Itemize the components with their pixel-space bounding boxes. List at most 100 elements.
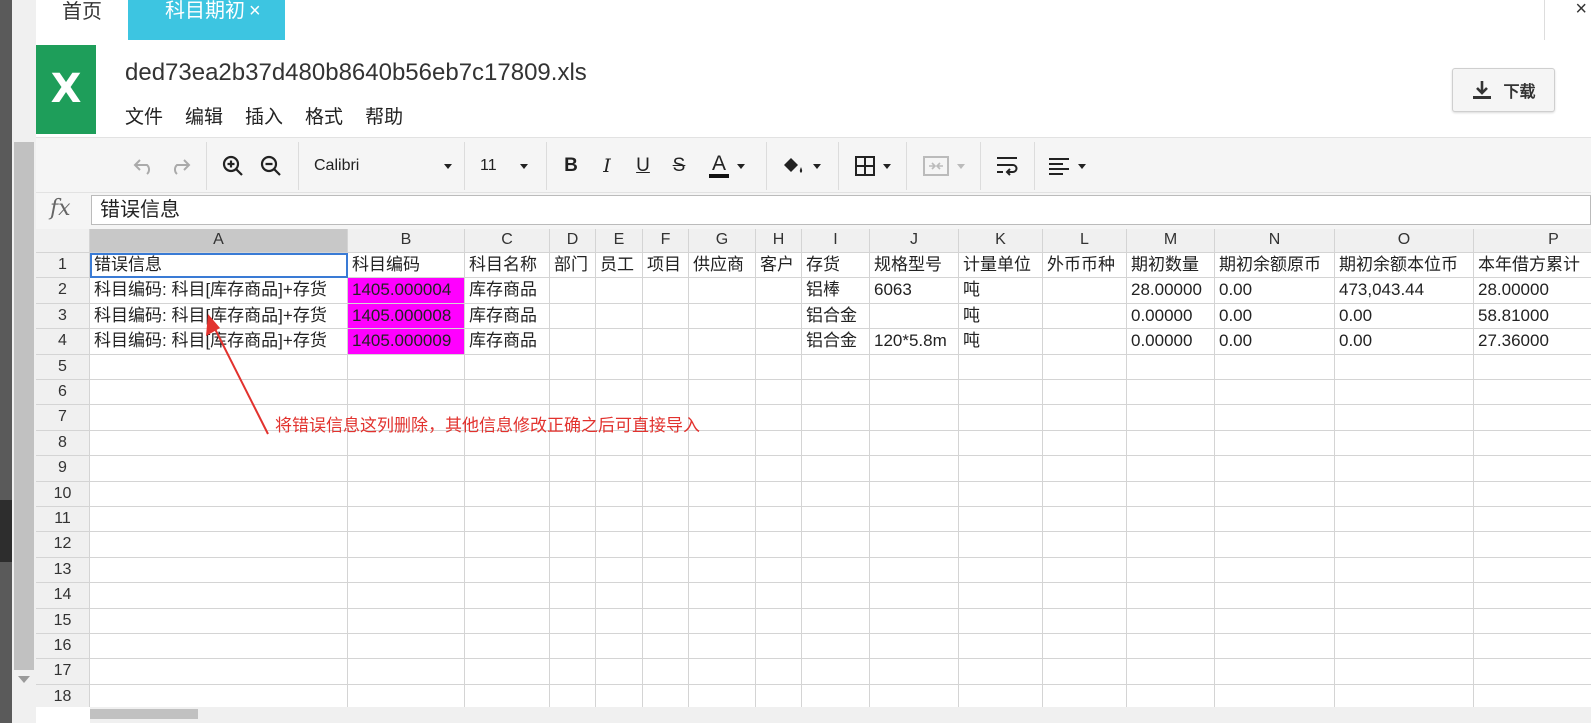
cell-C9[interactable]	[465, 456, 550, 482]
cell-A11[interactable]	[90, 507, 348, 533]
cell-K6[interactable]	[959, 380, 1043, 406]
cell-D9[interactable]	[550, 456, 596, 482]
cell-G15[interactable]	[689, 608, 756, 634]
cell-H5[interactable]	[756, 354, 802, 380]
cell-B13[interactable]	[348, 557, 465, 584]
cell-P16[interactable]	[1474, 634, 1591, 660]
cell-C12[interactable]	[465, 532, 550, 558]
cell-J16[interactable]	[870, 634, 959, 660]
cell-A5[interactable]	[90, 354, 348, 380]
cell-B14[interactable]	[348, 583, 465, 609]
formula-input[interactable]: 错误信息	[91, 195, 1591, 225]
cell-O5[interactable]	[1335, 354, 1474, 380]
cell-A4[interactable]: 科目编码: 科目[库存商品]+存货	[90, 329, 348, 355]
cell-A12[interactable]	[90, 532, 348, 558]
row-header-6[interactable]: 6	[36, 380, 90, 406]
cell-H16[interactable]	[756, 634, 802, 660]
cell-A6[interactable]	[90, 380, 348, 406]
cell-M6[interactable]	[1127, 380, 1215, 406]
cell-D14[interactable]	[550, 583, 596, 609]
cell-B9[interactable]	[348, 456, 465, 482]
cell-P15[interactable]	[1474, 609, 1591, 634]
row-header-4[interactable]: 4	[36, 329, 90, 355]
cell-J18[interactable]	[870, 684, 959, 707]
cell-B10[interactable]	[348, 481, 465, 507]
cell-N13[interactable]	[1215, 557, 1335, 584]
cell-E13[interactable]	[596, 557, 643, 584]
cell-F14[interactable]	[643, 583, 689, 609]
column-header-L[interactable]: L	[1043, 229, 1127, 253]
cell-M3[interactable]: 0.00000	[1127, 303, 1215, 330]
cell-J4[interactable]: 120*5.8m	[870, 329, 959, 355]
cell-F17[interactable]	[643, 659, 689, 685]
cell-J11[interactable]	[870, 507, 959, 533]
cell-B12[interactable]	[348, 532, 465, 558]
cell-K1[interactable]: 计量单位	[959, 253, 1043, 279]
cell-F12[interactable]	[643, 532, 689, 558]
cell-K14[interactable]	[959, 583, 1043, 609]
cell-O12[interactable]	[1335, 532, 1474, 558]
download-button[interactable]: 下载	[1452, 68, 1555, 112]
spreadsheet-grid[interactable]: A B C D E F G H I J K L M N O P 1 错误信息 科目编码 科目名称 部门 员工 项目 供应商 客户…	[36, 229, 1591, 707]
cell-D12[interactable]	[550, 532, 596, 558]
cell-B6[interactable]	[348, 380, 465, 406]
cell-O8[interactable]	[1335, 430, 1474, 457]
cell-G4[interactable]	[689, 329, 756, 355]
cell-L5[interactable]	[1043, 354, 1127, 380]
menu-help[interactable]: 帮助	[365, 102, 403, 129]
cell-B18[interactable]	[348, 684, 465, 707]
cell-C10[interactable]	[465, 481, 550, 507]
cell-A10[interactable]	[90, 481, 348, 507]
tab-subject-opening[interactable]: 科目期初 ×	[128, 0, 285, 40]
cell-K9[interactable]	[959, 456, 1043, 482]
cell-H18[interactable]	[756, 684, 802, 707]
cell-P5[interactable]	[1474, 355, 1591, 380]
cell-J13[interactable]	[870, 557, 959, 584]
cell-N18[interactable]	[1215, 684, 1335, 707]
cell-N7[interactable]	[1215, 405, 1335, 431]
window-close-icon[interactable]: ×	[1544, 0, 1591, 40]
cell-D6[interactable]	[550, 380, 596, 406]
cell-N15[interactable]	[1215, 608, 1335, 634]
row-header-8[interactable]: 8	[36, 430, 90, 457]
cell-J15[interactable]	[870, 608, 959, 634]
cell-E15[interactable]	[596, 608, 643, 634]
row-header-7[interactable]: 7	[36, 405, 90, 431]
cell-A18[interactable]	[90, 684, 348, 707]
cell-C6[interactable]	[465, 380, 550, 406]
cell-O4[interactable]: 0.00	[1335, 329, 1474, 355]
cell-P6[interactable]	[1474, 380, 1591, 406]
cell-K16[interactable]	[959, 634, 1043, 660]
column-header-P[interactable]: P	[1474, 229, 1591, 253]
cell-M7[interactable]	[1127, 405, 1215, 431]
cell-H6[interactable]	[756, 380, 802, 406]
cell-J12[interactable]	[870, 532, 959, 558]
cell-L6[interactable]	[1043, 380, 1127, 406]
cell-K15[interactable]	[959, 608, 1043, 634]
cell-P17[interactable]	[1474, 659, 1591, 685]
cell-I6[interactable]	[802, 380, 870, 406]
cell-M4[interactable]: 0.00000	[1127, 329, 1215, 355]
cell-G6[interactable]	[689, 380, 756, 406]
cell-B3[interactable]: 1405.000008	[348, 303, 465, 330]
cell-L13[interactable]	[1043, 557, 1127, 584]
cell-I4[interactable]: 铝合金	[802, 329, 870, 355]
merge-cells-button[interactable]	[916, 138, 972, 194]
cell-E17[interactable]	[596, 659, 643, 685]
cell-D5[interactable]	[550, 354, 596, 380]
cell-K3[interactable]: 吨	[959, 303, 1043, 330]
cell-L18[interactable]	[1043, 684, 1127, 707]
cell-L3[interactable]	[1043, 303, 1127, 330]
borders-button[interactable]	[850, 138, 896, 194]
row-header-16[interactable]: 16	[36, 634, 90, 660]
cell-G12[interactable]	[689, 532, 756, 558]
cell-L8[interactable]	[1043, 430, 1127, 457]
cell-P4[interactable]: 27.36000	[1474, 329, 1591, 355]
cell-I13[interactable]	[802, 557, 870, 584]
cell-H12[interactable]	[756, 532, 802, 558]
cell-G10[interactable]	[689, 481, 756, 507]
cell-I2[interactable]: 铝棒	[802, 278, 870, 304]
column-header-J[interactable]: J	[870, 229, 959, 253]
row-header-3[interactable]: 3	[36, 303, 90, 330]
cell-F9[interactable]	[643, 456, 689, 482]
